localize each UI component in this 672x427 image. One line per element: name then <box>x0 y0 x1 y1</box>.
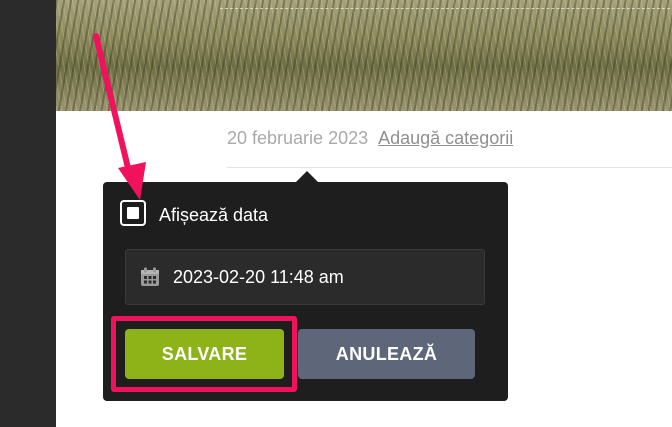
date-time-input[interactable]: 2023-02-20 11:48 am <box>125 249 485 305</box>
calendar-icon <box>141 267 159 286</box>
date-value: 2023-02-20 11:48 am <box>173 267 344 287</box>
cancel-button[interactable]: ANULEAZĂ <box>298 329 475 379</box>
featured-image <box>56 0 672 111</box>
meta-divider <box>227 167 672 168</box>
left-sidebar <box>0 0 56 427</box>
post-date[interactable]: 20 februarie 2023 <box>227 128 368 148</box>
add-categories-link[interactable]: Adaugă categorii <box>378 128 513 148</box>
image-edit-outline <box>220 8 672 10</box>
checkbox-icon <box>127 207 139 219</box>
save-button[interactable]: SALVARE <box>125 329 284 379</box>
show-date-checkbox[interactable] <box>120 200 146 226</box>
popover-pointer <box>296 171 318 182</box>
post-meta: 20 februarie 2023 Adaugă categorii <box>227 128 513 149</box>
show-date-label[interactable]: Afișează data <box>159 205 268 226</box>
